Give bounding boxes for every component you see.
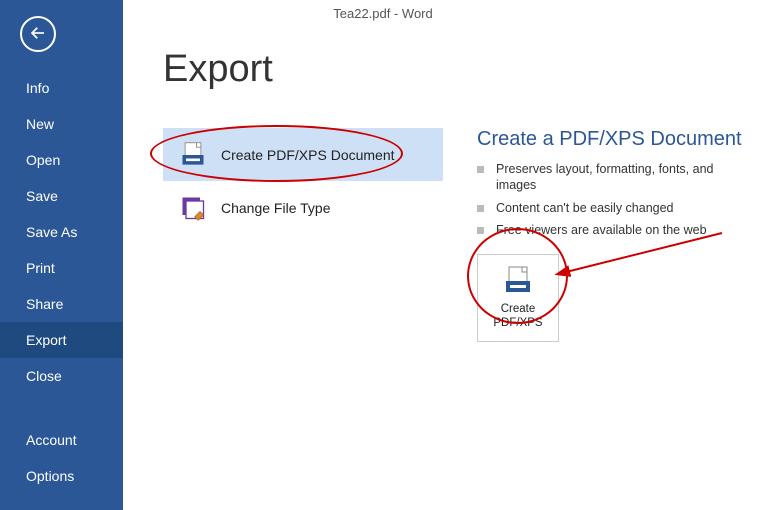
export-options-list: Create PDF/XPS Document Change File Type (163, 128, 443, 234)
arrow-left-icon (29, 24, 47, 45)
detail-bullet-text: Free viewers are available on the web (496, 222, 707, 238)
detail-bullet: Preserves layout, formatting, fonts, and… (477, 161, 757, 194)
detail-title: Create a PDF/XPS Document (477, 128, 757, 151)
bullet-square-icon (477, 205, 484, 212)
detail-bullet: Free viewers are available on the web (477, 222, 757, 238)
sidebar-item-open[interactable]: Open (0, 142, 123, 178)
create-pdf-xps-label: CreatePDF/XPS (493, 303, 542, 331)
create-pdf-xps-button[interactable]: CreatePDF/XPS (477, 254, 559, 342)
detail-bullet-text: Preserves layout, formatting, fonts, and… (496, 161, 757, 194)
change-file-type-icon (175, 190, 211, 226)
detail-bullet: Content can't be easily changed (477, 200, 757, 216)
backstage-sidebar: InfoNewOpenSaveSave AsPrintShareExportCl… (0, 0, 123, 510)
option-create-pdf-xps-label: Create PDF/XPS Document (221, 147, 395, 163)
sidebar-item-export[interactable]: Export (0, 322, 123, 358)
sidebar-item-options[interactable]: Options (0, 458, 123, 494)
detail-bullet-text: Content can't be easily changed (496, 200, 674, 216)
option-change-file-type[interactable]: Change File Type (163, 181, 443, 234)
export-detail-panel: Create a PDF/XPS Document Preserves layo… (477, 128, 757, 342)
sidebar-item-save[interactable]: Save (0, 178, 123, 214)
sidebar-item-print[interactable]: Print (0, 250, 123, 286)
page-title: Export (163, 48, 766, 91)
sidebar-item-close[interactable]: Close (0, 358, 123, 394)
back-button[interactable] (20, 16, 56, 52)
bullet-square-icon (477, 227, 484, 234)
sidebar-item-share[interactable]: Share (0, 286, 123, 322)
pdf-xps-icon (502, 265, 534, 297)
option-change-file-type-label: Change File Type (221, 200, 330, 216)
option-create-pdf-xps[interactable]: Create PDF/XPS Document (163, 128, 443, 181)
sidebar-item-save-as[interactable]: Save As (0, 214, 123, 250)
sidebar-spacer (0, 394, 123, 422)
sidebar-item-info[interactable]: Info (0, 70, 123, 106)
pdf-xps-icon (175, 137, 211, 173)
sidebar-item-new[interactable]: New (0, 106, 123, 142)
sidebar-item-account[interactable]: Account (0, 422, 123, 458)
bullet-square-icon (477, 166, 484, 173)
